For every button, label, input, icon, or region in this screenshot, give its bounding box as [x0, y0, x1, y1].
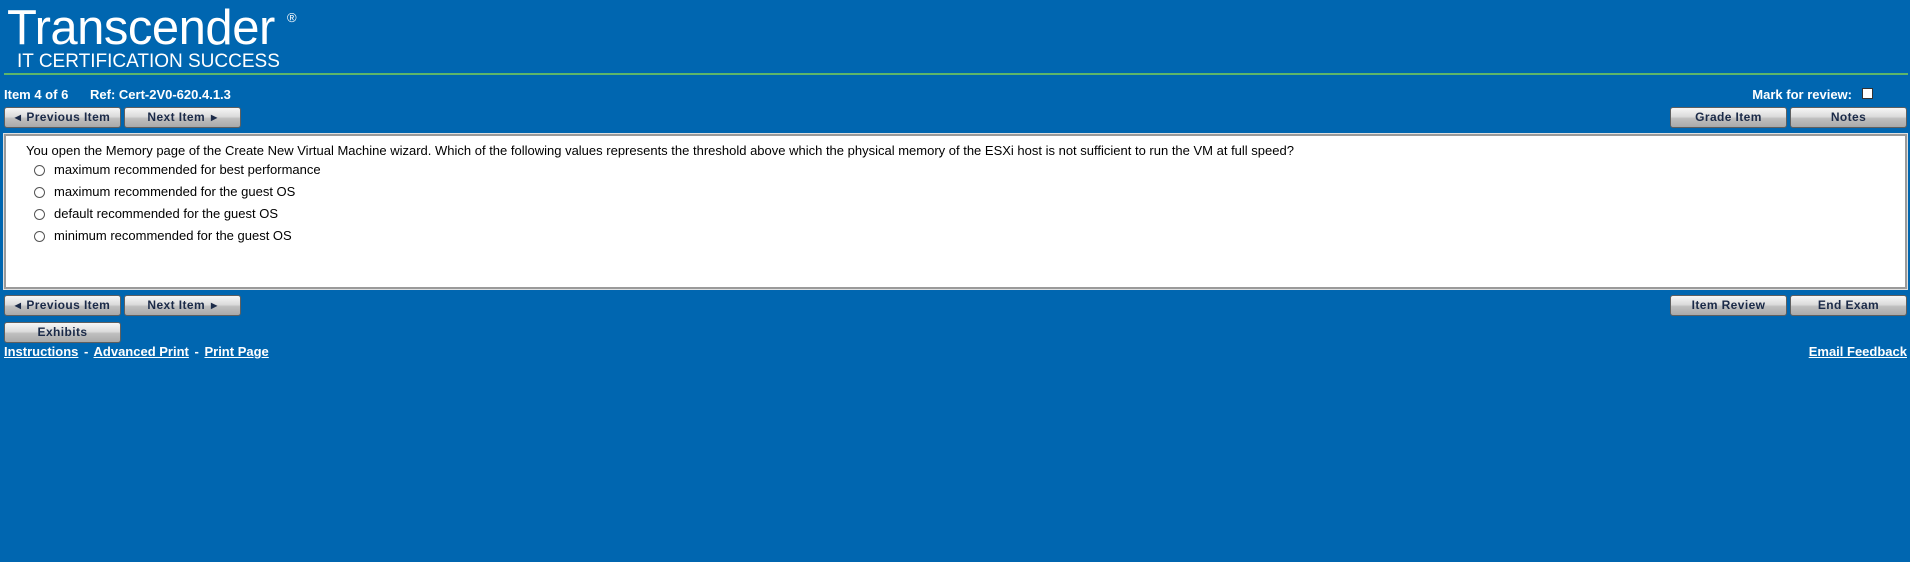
logo-title: Transcender: [7, 1, 275, 55]
answer-option-3[interactable]: default recommended for the guest OS: [34, 206, 278, 222]
radio-button[interactable]: [34, 187, 45, 198]
answer-option-1[interactable]: maximum recommended for best performance: [34, 162, 321, 178]
exhibits-label: Exhibits: [37, 325, 88, 339]
header-divider: [4, 73, 1908, 75]
arrow-left-icon: ◀: [14, 301, 22, 310]
logo-registered-mark: ®: [287, 10, 297, 25]
previous-item-label: Previous Item: [26, 298, 111, 312]
radio-button[interactable]: [34, 165, 45, 176]
next-item-button-bottom[interactable]: Next Item ▶: [124, 295, 241, 316]
item-ref: Ref: Cert-2V0-620.4.1.3: [90, 87, 231, 102]
item-review-label: Item Review: [1691, 298, 1766, 312]
advanced-print-link[interactable]: Advanced Print: [94, 344, 189, 359]
email-feedback-link[interactable]: Email Feedback: [1809, 344, 1907, 360]
question-panel: You open the Memory page of the Create N…: [3, 133, 1908, 290]
notes-label: Notes: [1830, 110, 1867, 124]
question-text: You open the Memory page of the Create N…: [26, 143, 1294, 158]
link-separator: -: [194, 344, 199, 359]
logo-tagline: IT CERTIFICATION SUCCESS: [17, 51, 280, 72]
radio-button[interactable]: [34, 209, 45, 220]
item-position: Item 4 of 6: [4, 87, 69, 102]
item-review-button[interactable]: Item Review: [1670, 295, 1787, 316]
mark-review-checkbox[interactable]: [1862, 88, 1873, 99]
link-separator: -: [84, 344, 89, 359]
answer-option-label: minimum recommended for the guest OS: [54, 228, 292, 243]
answer-option-label: default recommended for the guest OS: [54, 206, 279, 221]
header: Transcender ® IT CERTIFICATION SUCCESS: [0, 0, 1910, 75]
previous-item-label: Previous Item: [26, 110, 111, 124]
instructions-link[interactable]: Instructions: [4, 344, 78, 359]
radio-button[interactable]: [34, 231, 45, 242]
next-item-label: Next Item: [147, 298, 206, 312]
next-item-label: Next Item: [147, 110, 206, 124]
answer-option-label: maximum recommended for the guest OS: [54, 184, 296, 199]
arrow-right-icon: ▶: [211, 301, 218, 310]
notes-button[interactable]: Notes: [1790, 107, 1907, 128]
arrow-left-icon: ◀: [14, 113, 22, 122]
exhibits-button[interactable]: Exhibits: [4, 322, 121, 343]
end-exam-label: End Exam: [1817, 298, 1880, 312]
end-exam-button[interactable]: End Exam: [1790, 295, 1907, 316]
arrow-right-icon: ▶: [211, 113, 218, 122]
answer-option-4[interactable]: minimum recommended for the guest OS: [34, 228, 292, 244]
answer-option-label: maximum recommended for best performance: [54, 162, 321, 177]
answer-option-2[interactable]: maximum recommended for the guest OS: [34, 184, 295, 200]
previous-item-button-bottom[interactable]: ◀ Previous Item: [4, 295, 121, 316]
grade-item-button[interactable]: Grade Item: [1670, 107, 1787, 128]
grade-item-label: Grade Item: [1695, 110, 1762, 124]
print-page-link[interactable]: Print Page: [204, 344, 268, 359]
footer-links: Instructions - Advanced Print - Print Pa…: [4, 344, 269, 360]
mark-review-label: Mark for review:: [1752, 87, 1852, 102]
next-item-button-top[interactable]: Next Item ▶: [124, 107, 241, 128]
previous-item-button-top[interactable]: ◀ Previous Item: [4, 107, 121, 128]
